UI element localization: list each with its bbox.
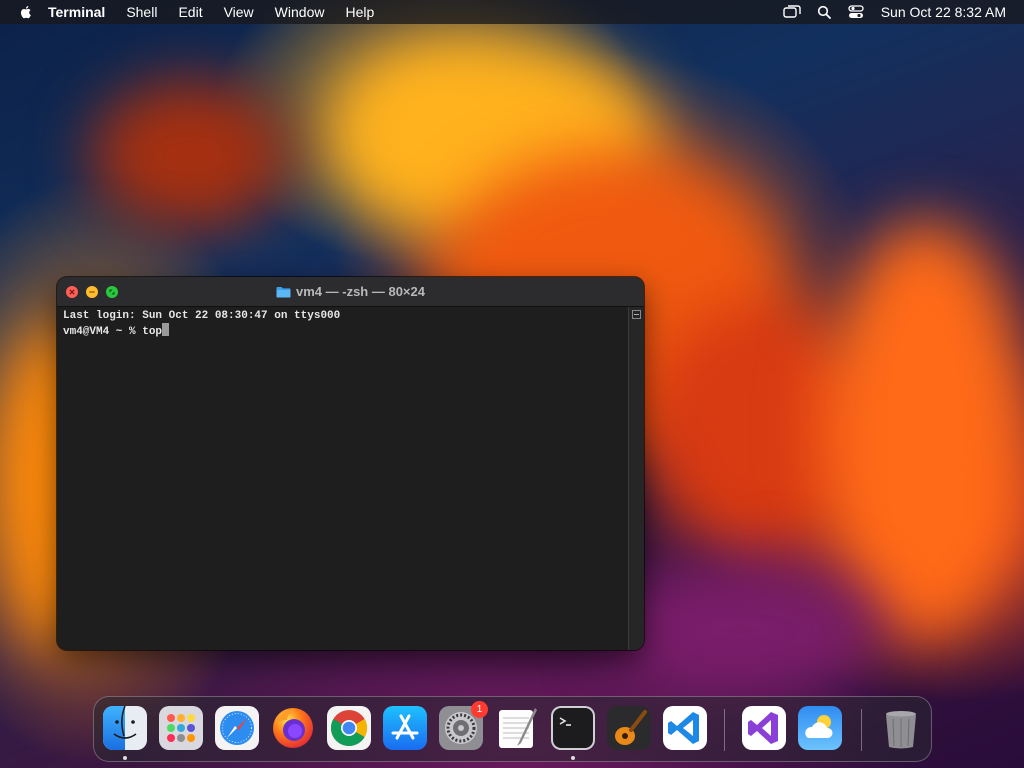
system-settings-icon[interactable]: 1 <box>439 701 488 750</box>
dock-separator <box>861 709 862 751</box>
menu-bar-clock[interactable]: Sun Oct 22 8:32 AM <box>881 4 1006 20</box>
terminal-running-indicator <box>571 756 575 760</box>
terminal-line-login: Last login: Sun Oct 22 08:30:47 on ttys0… <box>63 310 341 322</box>
finder-icon[interactable] <box>103 706 147 750</box>
terminal-window: vm4 — -zsh — 80×24 Last login: Sun Oct 2… <box>57 277 644 650</box>
close-window-button[interactable] <box>66 285 78 298</box>
search-icon[interactable] <box>815 4 833 20</box>
chrome-icon[interactable] <box>327 706 371 750</box>
menu-bar: Terminal Shell Edit View Window Help Sun… <box>0 0 1024 24</box>
terminal-line-prompt: vm4@VM4 ~ % top <box>63 323 622 339</box>
folder-icon <box>276 286 291 297</box>
notification-badge: 1 <box>471 701 488 718</box>
garageband-icon[interactable] <box>607 706 651 750</box>
menu-help[interactable]: Help <box>345 4 374 20</box>
visual-studio-icon[interactable] <box>742 706 786 750</box>
menu-window[interactable]: Window <box>275 4 325 20</box>
dock-separator <box>724 709 725 751</box>
safari-icon[interactable] <box>215 706 259 750</box>
terminal-cursor <box>162 323 170 336</box>
terminal-titlebar[interactable]: vm4 — -zsh — 80×24 <box>57 277 644 307</box>
launchpad-icon[interactable] <box>159 706 203 750</box>
terminal-prompt-text: vm4@VM4 ~ % top <box>63 326 163 338</box>
app-store-icon[interactable] <box>383 706 427 750</box>
textedit-icon[interactable] <box>495 706 539 750</box>
control-center-icon[interactable] <box>847 4 865 20</box>
firefox-icon[interactable] <box>271 706 315 750</box>
vscode-icon[interactable] <box>663 706 707 750</box>
minimize-window-button[interactable] <box>86 285 98 298</box>
split-pane-icon[interactable] <box>632 310 641 319</box>
trash-icon[interactable] <box>879 706 923 750</box>
menu-view[interactable]: View <box>224 4 254 20</box>
terminal-content[interactable]: Last login: Sun Oct 22 08:30:47 on ttys0… <box>57 307 628 650</box>
weather-icon[interactable] <box>798 706 842 750</box>
terminal-title-text: vm4 — -zsh — 80×24 <box>296 284 425 299</box>
terminal-scrollbar[interactable] <box>628 307 644 650</box>
menu-app-terminal[interactable]: Terminal <box>48 4 105 20</box>
menu-shell[interactable]: Shell <box>126 4 157 20</box>
terminal-title: vm4 — -zsh — 80×24 <box>57 277 644 306</box>
apple-icon[interactable] <box>18 4 34 20</box>
zoom-window-button[interactable] <box>106 285 118 298</box>
dock: 1 <box>93 696 932 762</box>
menu-edit[interactable]: Edit <box>178 4 202 20</box>
terminal-icon[interactable] <box>551 706 595 750</box>
finder-running-indicator <box>123 756 127 760</box>
screen-mirroring-icon[interactable] <box>783 4 801 20</box>
